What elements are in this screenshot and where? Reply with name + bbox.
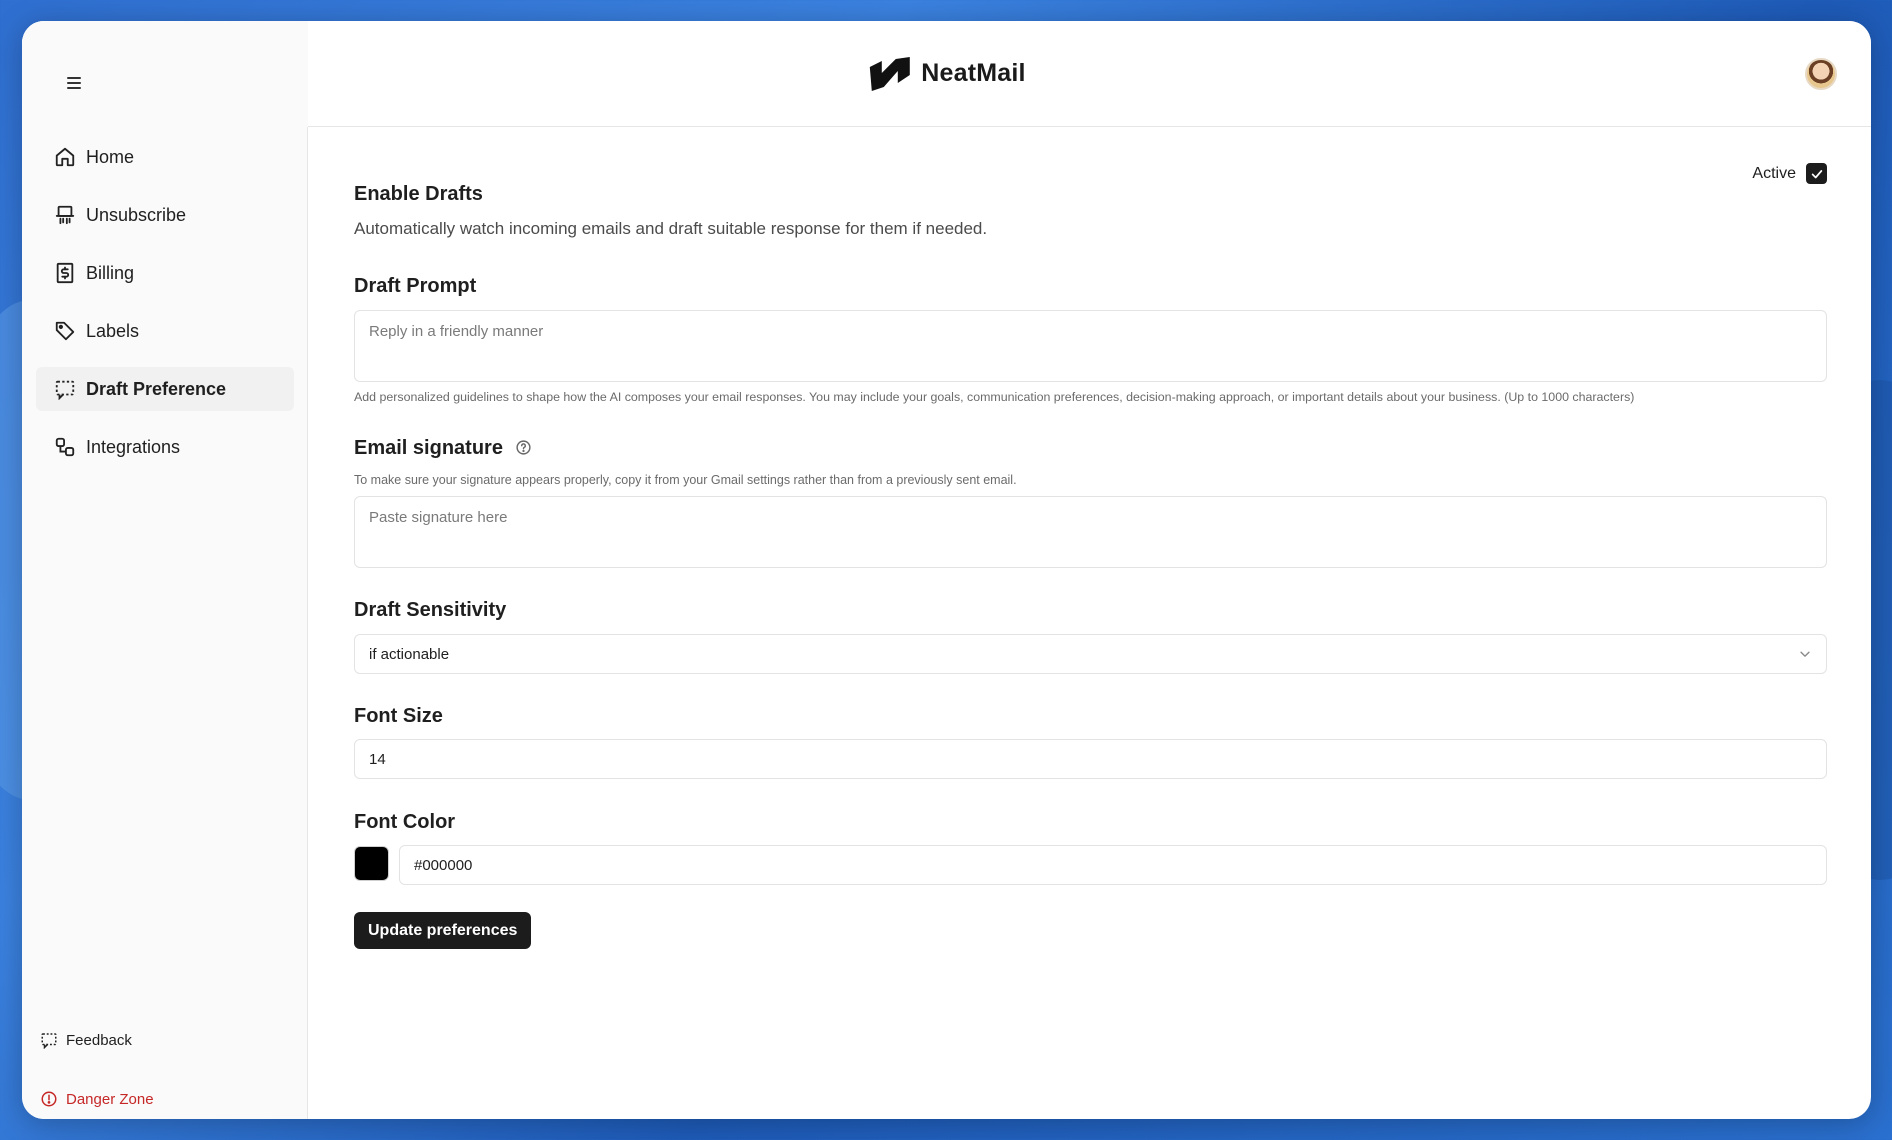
sidebar-item-integrations[interactable]: Integrations — [36, 425, 294, 469]
sidebar-item-unsubscribe[interactable]: Unsubscribe — [36, 193, 294, 237]
sidebar-item-label: Labels — [86, 320, 140, 341]
font-size-title: Font Size — [354, 705, 443, 727]
font-size-input[interactable] — [354, 739, 1827, 779]
draft-sensitivity-title: Draft Sensitivity — [354, 599, 507, 621]
sidebar-item-label: Unsubscribe — [86, 204, 187, 225]
app-window: NeatMail Home Unsubscribe Billing Labels… — [22, 21, 1871, 1119]
feedback-link[interactable]: Feedback — [38, 1025, 132, 1055]
update-preferences-button[interactable]: Update preferences — [354, 912, 532, 949]
email-signature-input[interactable] — [354, 496, 1827, 568]
billing-icon — [54, 262, 76, 284]
sidebar-item-home[interactable]: Home — [36, 135, 294, 179]
sidebar-item-label: Integrations — [86, 436, 181, 457]
home-icon — [54, 146, 76, 168]
alert-circle-icon — [41, 1091, 57, 1107]
draft-prompt-input[interactable] — [354, 310, 1827, 382]
feedback-label: Feedback — [66, 1031, 132, 1049]
integrations-icon — [54, 436, 76, 458]
header-sidebar-area — [22, 21, 308, 127]
font-color-input[interactable] — [399, 845, 1827, 885]
sidebar-item-billing[interactable]: Billing — [36, 251, 294, 295]
hamburger-icon[interactable] — [64, 75, 84, 91]
draft-sensitivity-value: if actionable — [369, 645, 450, 663]
enable-drafts-toggle: Active — [1752, 163, 1827, 184]
email-signature-label: Email signature — [354, 437, 503, 459]
chevron-down-icon — [1800, 651, 1810, 657]
user-avatar[interactable] — [1805, 58, 1837, 90]
danger-zone-link[interactable]: Danger Zone — [38, 1084, 154, 1114]
email-signature-title: Email signature — [354, 437, 532, 460]
neatmail-logo-icon — [869, 57, 910, 91]
draft-sensitivity-select[interactable]: if actionable — [354, 634, 1827, 674]
feedback-icon — [41, 1033, 57, 1049]
app-logo[interactable]: NeatMail — [867, 53, 1026, 93]
font-color-title: Font Color — [354, 811, 456, 833]
top-header: NeatMail — [22, 21, 1871, 127]
active-label: Active — [1752, 164, 1796, 182]
active-checkbox[interactable] — [1806, 163, 1827, 184]
draft-icon — [54, 378, 76, 401]
tag-icon — [54, 320, 76, 342]
enable-drafts-title: Enable Drafts — [354, 183, 483, 205]
unsubscribe-icon — [54, 204, 76, 226]
font-color-swatch[interactable] — [354, 846, 389, 881]
app-name: NeatMail — [921, 58, 1026, 87]
sidebar-item-label: Draft Preference — [86, 378, 227, 399]
check-icon — [1811, 169, 1822, 178]
help-circle-icon[interactable] — [515, 439, 532, 456]
sidebar-item-label: Billing — [86, 262, 135, 283]
sidebar-item-label: Home — [86, 146, 135, 167]
sidebar: Home Unsubscribe Billing Labels Draft Pr… — [22, 127, 308, 1119]
enable-drafts-description: Automatically watch incoming emails and … — [354, 219, 988, 238]
danger-zone-label: Danger Zone — [66, 1090, 154, 1108]
email-signature-helper: To make sure your signature appears prop… — [354, 473, 1017, 487]
draft-prompt-title: Draft Prompt — [354, 275, 477, 297]
draft-prompt-helper: Add personalized guidelines to shape how… — [354, 390, 1635, 404]
sidebar-item-draft-preference[interactable]: Draft Preference — [36, 367, 294, 411]
sidebar-item-labels[interactable]: Labels — [36, 309, 294, 353]
